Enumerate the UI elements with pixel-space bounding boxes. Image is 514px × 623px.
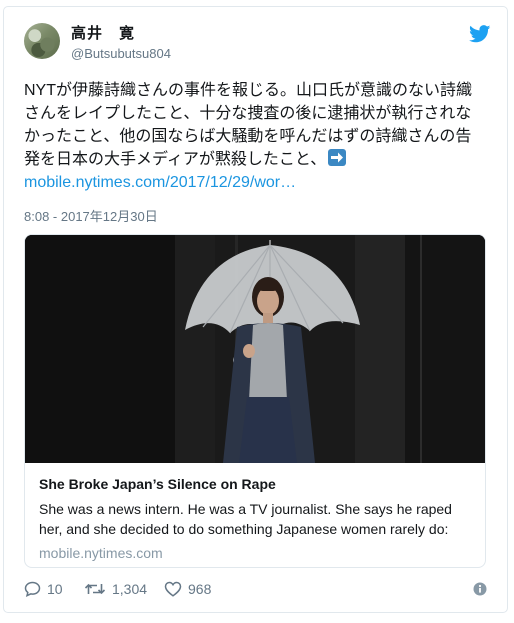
card-description: She was a news intern. He was a TV journ…	[39, 501, 452, 537]
author-names[interactable]: 高井 寛 @Butsubutsu804	[71, 25, 171, 63]
twitter-bird-icon[interactable]	[469, 25, 491, 43]
card-domain: mobile.nytimes.com	[39, 545, 163, 561]
reply-icon	[24, 581, 41, 597]
link-preview-card[interactable]: She Broke Japan’s Silence on Rape She wa…	[24, 234, 486, 568]
tweet-header: 高井 寛 @Butsubutsu804	[24, 23, 491, 73]
info-icon[interactable]	[473, 582, 487, 596]
tweet-card: 高井 寛 @Butsubutsu804 NYTが伊藤詩織さんの事件を報じる。山口…	[3, 6, 508, 613]
tweet-text-line: 発を日本の大手メディアが黙殺したこと、	[24, 148, 492, 171]
retweet-icon	[84, 583, 106, 595]
tweet-text-line: さんをレイプしたこと、十分な捜査の後に逮捕状が執行されな	[24, 105, 472, 122]
display-name[interactable]: 高井 寛	[71, 25, 171, 43]
reply-button[interactable]: 10	[24, 579, 63, 599]
tweet-text-line: かったこと、他の国ならば大騒動を呼んだはずの詩織さんの告	[24, 128, 472, 145]
tweet-text-line: NYTが伊藤詩織さんの事件を報じる。山口氏が意識のない詩織	[24, 82, 473, 99]
retweet-count: 1,304	[112, 581, 148, 597]
card-body: She Broke Japan’s Silence on Rape She wa…	[39, 475, 473, 562]
reply-count: 10	[47, 581, 63, 597]
tweet-text: NYTが伊藤詩織さんの事件を報じる。山口氏が意識のない詩織 さんをレイプしたこと…	[24, 79, 492, 194]
avatar[interactable]	[24, 23, 60, 59]
tweet-text-line-content: 発を日本の大手メディアが黙殺したこと、	[24, 151, 327, 168]
card-photo	[25, 235, 485, 463]
tweet-actions: 10 1,304 968	[24, 579, 487, 599]
like-heart-icon	[164, 581, 182, 597]
tweet-link[interactable]: mobile.nytimes.com/2017/12/29/wor…	[24, 171, 492, 194]
user-handle[interactable]: @Butsubutsu804	[71, 45, 171, 63]
right-arrow-emoji-icon	[328, 149, 347, 166]
card-title: She Broke Japan’s Silence on Rape	[39, 476, 276, 492]
like-count: 968	[188, 581, 212, 597]
like-button[interactable]: 968	[164, 579, 211, 599]
tweet-timestamp[interactable]: 8:08 - 2017年12月30日	[24, 206, 158, 225]
retweet-button[interactable]: 1,304	[84, 579, 147, 599]
